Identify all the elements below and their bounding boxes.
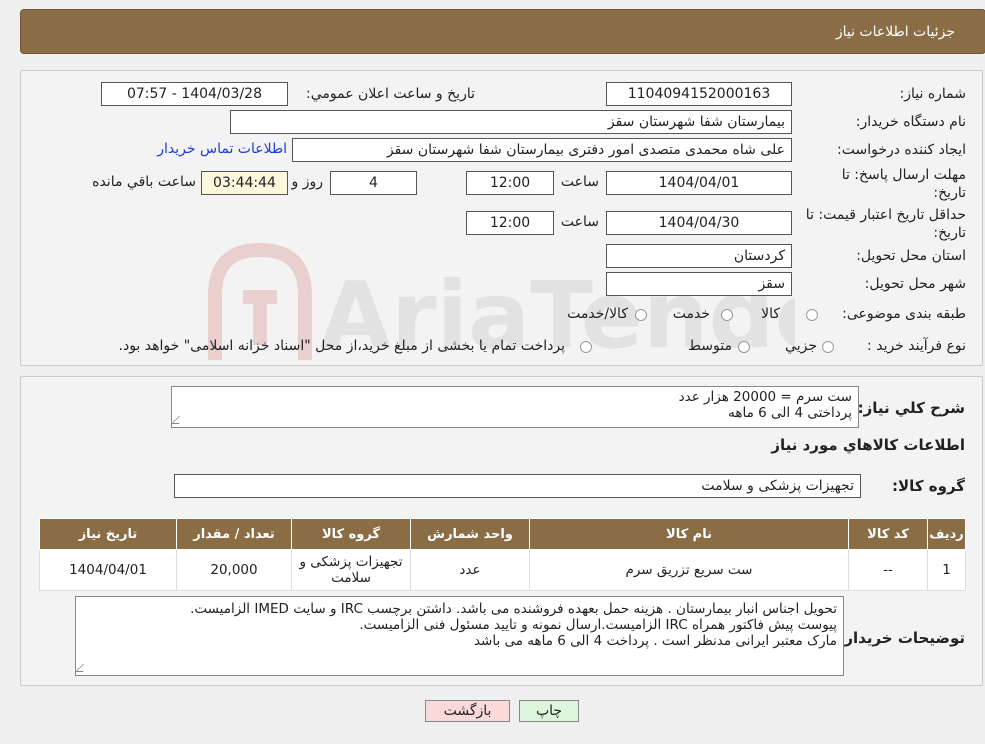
category-goods-service-label: کالا/خدمت [567, 306, 628, 322]
process-label: نوع فرآيند خريد : [867, 338, 966, 354]
creator-label: ايجاد كننده درخواست: [837, 142, 966, 158]
cell-group: تجهیزات پزشکی و سلامت [291, 549, 411, 591]
buyer-contact-link[interactable]: اطلاعات تماس خريدار [157, 141, 287, 157]
category-goods-service-radio[interactable] [635, 309, 647, 321]
cell-code: -- [848, 549, 928, 591]
resize-handle[interactable] [76, 664, 91, 672]
process-partial-label: جزيي [785, 338, 817, 354]
goods-table: رديف کد کالا نام کالا واحد شمارش گروه کا… [39, 518, 966, 591]
goods-group-label: گروه کالا: [892, 477, 965, 495]
col-qty: تعداد / مقدار [176, 518, 292, 550]
cell-name: ست سریع تزریق سرم [529, 549, 849, 591]
print-button[interactable]: چاپ [519, 700, 579, 722]
cell-unit: عدد [410, 549, 530, 591]
page-header: جزئیات اطلاعات نیاز [20, 9, 985, 54]
days-field[interactable]: 4 [330, 171, 417, 195]
buyer-notes-textarea[interactable]: تحویل اجناس انبار بیمارستان . هزینه حمل … [75, 596, 844, 676]
need-number-label: شماره نیاز: [899, 86, 967, 102]
col-code: کد کالا [848, 518, 928, 550]
summary-textarea[interactable]: ست سرم = 20000 هزار عدد پرداختی 4 الی 6 … [171, 386, 859, 428]
table-header-row: رديف کد کالا نام کالا واحد شمارش گروه کا… [39, 518, 966, 550]
process-partial-radio[interactable] [822, 341, 834, 353]
col-date: تاريخ نياز [39, 518, 177, 550]
category-label: طبقه بندی موضوعی: [842, 306, 966, 322]
category-service-radio[interactable] [721, 309, 733, 321]
buyer-notes-label: توضيحات خريدار: [838, 629, 965, 647]
process-medium-radio[interactable] [738, 341, 750, 353]
category-goods-label: کالا [761, 306, 780, 322]
deadline-time-label: ساعت [560, 174, 599, 190]
table-row[interactable]: 1 -- ست سریع تزریق سرم عدد تجهیزات پزشکی… [39, 549, 966, 591]
province-label: استان محل تحويل: [856, 248, 966, 264]
city-label: شهر محل تحويل: [864, 276, 966, 292]
back-button[interactable]: بازگشت [425, 700, 510, 722]
validity-time-label: ساعت [560, 214, 599, 230]
announce-field[interactable]: 1404/03/28 - 07:57 [101, 82, 288, 106]
summary-line-2: پرداختی 4 الی 6 ماهه [728, 405, 852, 421]
validity-time-field[interactable]: 12:00 [466, 211, 554, 235]
notes-line-3: مارک معتبر ایرانی مدنظر است . پرداخت 4 ا… [473, 633, 837, 649]
summary-label: شرح کلي نياز: [857, 399, 965, 417]
validity-date-field[interactable]: 1404/04/30 [606, 211, 792, 235]
remaining-time-field: 03:44:44 [201, 171, 288, 195]
days-label: روز و [291, 174, 324, 190]
need-number-field[interactable]: 1104094152000163 [606, 82, 792, 106]
buyer-org-label: نام دستگاه خريدار: [855, 114, 966, 130]
cell-qty: 20,000 [176, 549, 292, 591]
creator-field[interactable]: علی شاه محمدی متصدی امور دفتری بیمارستان… [292, 138, 792, 162]
deadline-label: مهلت ارسال پاسخ: تا تاريخ: [841, 167, 966, 201]
buyer-org-field[interactable]: بیمارستان شفا شهرستان سقز [230, 110, 792, 134]
cell-date: 1404/04/01 [39, 549, 177, 591]
category-goods-radio[interactable] [806, 309, 818, 321]
col-name: نام کالا [529, 518, 849, 550]
cell-row: 1 [927, 549, 966, 591]
deadline-time-field[interactable]: 12:00 [466, 171, 554, 195]
page-title: جزئیات اطلاعات نیاز [835, 24, 955, 40]
process-treasury-radio[interactable] [580, 341, 592, 353]
announce-label: تاریخ و ساعت اعلان عمومي: [306, 86, 475, 102]
process-treasury-note: پرداخت تمام يا بخشی از مبلغ خريد،از محل … [118, 338, 565, 354]
goods-group-field[interactable]: تجهیزات پزشکی و سلامت [174, 474, 861, 498]
col-unit: واحد شمارش [410, 518, 530, 550]
deadline-date-field[interactable]: 1404/04/01 [606, 171, 792, 195]
city-field[interactable]: سقز [606, 272, 792, 296]
category-service-label: خدمت [672, 306, 710, 322]
col-group: گروه کالا [291, 518, 411, 550]
goods-info-title: اطلاعات کالاهاي مورد نياز [771, 436, 965, 454]
summary-line-1: ست سرم = 20000 هزار عدد [678, 389, 852, 405]
notes-line-2: پیوست پیش فاکتور همراه IRC الزامیست.ارسا… [359, 617, 837, 633]
remaining-label: ساعت باقي مانده [92, 174, 196, 190]
notes-line-1: تحویل اجناس انبار بیمارستان . هزینه حمل … [190, 601, 837, 617]
province-field[interactable]: کردستان [606, 244, 792, 268]
validity-label: حداقل تاريخ اعتبار قيمت: تا تاريخ: [805, 207, 966, 241]
col-row: رديف [927, 518, 966, 550]
process-medium-label: متوسط [688, 338, 732, 354]
